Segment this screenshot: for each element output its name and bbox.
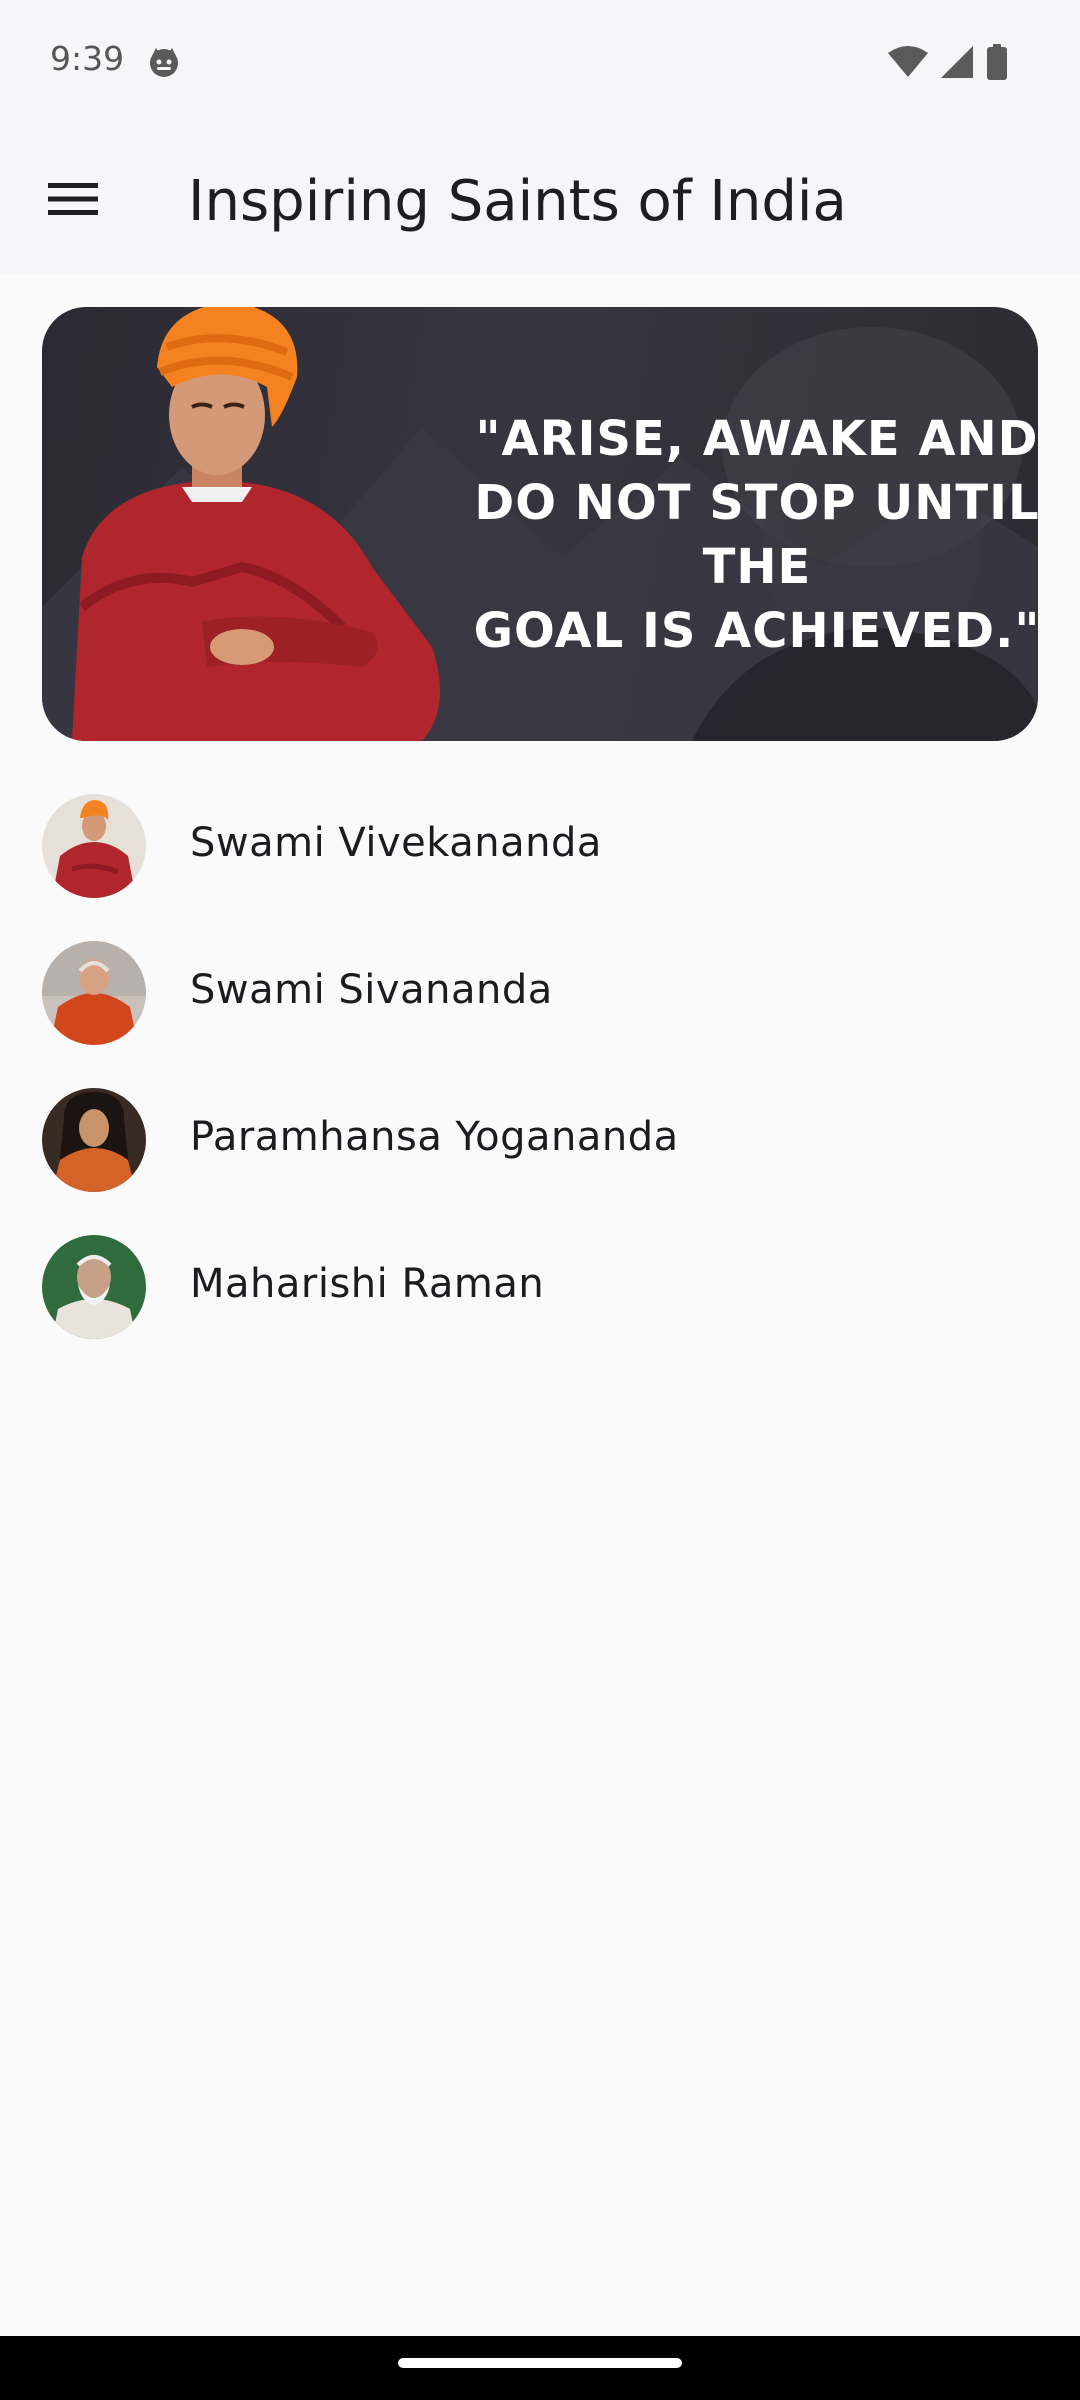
- hamburger-menu-icon: [48, 181, 98, 221]
- avatar: [42, 941, 146, 1045]
- battery-icon: [986, 44, 1008, 84]
- cellular-signal-icon: [940, 45, 974, 83]
- app-bar: Inspiring Saints of India: [0, 128, 1080, 274]
- banner-quote: "Arise, awake and do not stop until the …: [473, 411, 1038, 659]
- quote-banner[interactable]: "Arise, awake and do not stop until the …: [42, 307, 1038, 741]
- saint-list: Swami Vivekananda Swami Sivananda Paramh…: [0, 781, 1080, 1369]
- wifi-icon: [888, 46, 928, 82]
- list-item[interactable]: Swami Vivekananda: [0, 781, 1080, 928]
- avatar: [42, 1235, 146, 1339]
- system-navigation-bar: [0, 2336, 1080, 2400]
- list-item[interactable]: Paramhansa Yogananda: [0, 1075, 1080, 1222]
- list-item[interactable]: Swami Sivananda: [0, 928, 1080, 1075]
- menu-button[interactable]: [40, 168, 106, 234]
- status-icons: [888, 44, 1008, 84]
- saint-name: Swami Vivekananda: [190, 820, 602, 866]
- avatar: [42, 794, 146, 898]
- saint-name: Paramhansa Yogananda: [190, 1114, 679, 1160]
- saint-name: Swami Sivananda: [190, 967, 553, 1013]
- list-item[interactable]: Maharishi Raman: [0, 1222, 1080, 1369]
- page-title: Inspiring Saints of India: [188, 169, 847, 234]
- status-time: 9:39: [50, 39, 125, 78]
- notification-face-icon: [146, 44, 182, 80]
- saint-name: Maharishi Raman: [190, 1261, 545, 1307]
- avatar: [42, 1088, 146, 1192]
- home-gesture-handle[interactable]: [398, 2358, 682, 2368]
- status-bar: 9:39: [0, 0, 1080, 128]
